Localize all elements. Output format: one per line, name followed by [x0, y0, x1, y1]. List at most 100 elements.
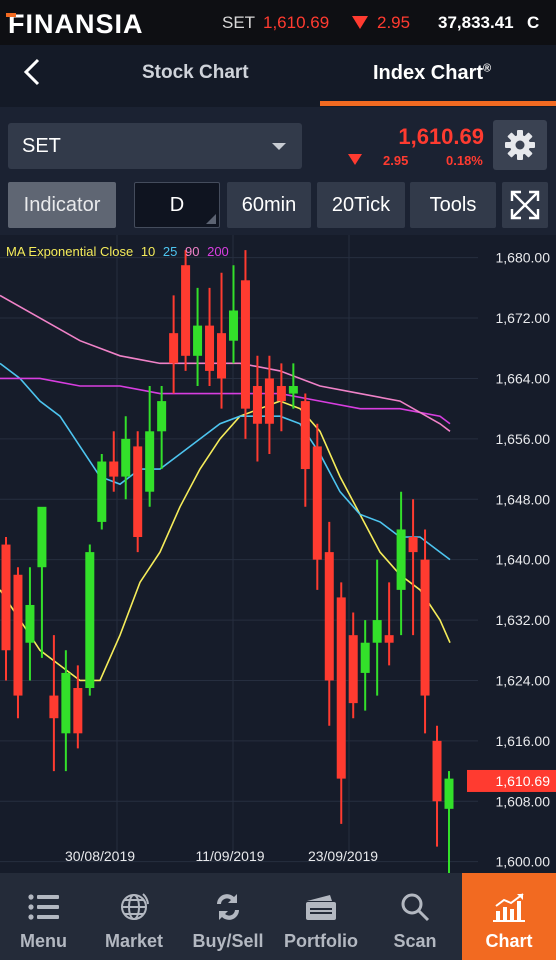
ma-legend-label: MA Exponential Close [6, 244, 134, 259]
y-tick-label: 1,656.00 [496, 431, 551, 447]
candle-down [312, 446, 322, 560]
exchange-arrows-icon [210, 891, 246, 923]
y-tick-label: 1,608.00 [496, 793, 551, 809]
ma-line-90 [0, 377, 451, 425]
index-change-percent: 0.18% [446, 153, 483, 168]
ma-legend: MA Exponential Close 10 25 90 200 [6, 244, 233, 259]
nav-market-label: Market [104, 931, 164, 951]
index-price: 1,610.69 [398, 124, 484, 149]
candlestick-chart[interactable]: 1,680.00 1,672.00 1,664.00 1,656.00 1,648.00… [0, 235, 556, 873]
tab-index-chart[interactable]: Index Chart® [373, 62, 491, 85]
candle-down [324, 552, 334, 681]
x-tick-label: 30/08/2019 [65, 848, 135, 864]
candle-down [384, 635, 394, 643]
tools-button[interactable]: Tools [410, 182, 496, 228]
nav-scan-label: Scan [393, 931, 437, 951]
candle-up [97, 461, 107, 522]
brand-text: FINANSIA [6, 9, 144, 39]
candle-up [85, 552, 95, 689]
chart-header: Stock Chart Index Chart® [0, 45, 556, 107]
nav-menu-label: Menu [20, 931, 67, 951]
candle-down [1, 544, 11, 651]
wallet-icon [303, 891, 339, 923]
gear-icon [505, 130, 535, 160]
ticker-volume: 37,833.41 [438, 13, 514, 32]
candle-down [348, 635, 358, 704]
ticker-index-name: SET [222, 13, 256, 32]
candle-up [121, 438, 131, 477]
candle-down [300, 401, 310, 470]
candle-down [217, 333, 227, 379]
nav-buysell-label: Buy/Sell [192, 931, 264, 951]
candle-down [13, 574, 23, 696]
active-tab-indicator [320, 101, 556, 106]
y-tick-label: 1,640.00 [496, 552, 551, 568]
indicator-button[interactable]: Indicator [8, 182, 116, 228]
dropdown-corner-icon [206, 214, 216, 224]
candle-up [37, 506, 47, 568]
candle-down [73, 688, 83, 734]
fullscreen-button[interactable] [502, 182, 548, 228]
x-tick-label: 23/09/2019 [308, 848, 378, 864]
y-tick-label: 1,600.00 [496, 854, 551, 870]
ma-legend-200: 200 [207, 244, 229, 259]
last-price-label: 1,610.69 [496, 773, 551, 789]
candle-down [109, 461, 119, 477]
ticker-bar: FINANSIA SET 1,610.69 2.95 37,833.41 C [0, 0, 556, 45]
candle-down [276, 386, 286, 402]
candle-up [396, 529, 406, 590]
y-tick-label: 1,664.00 [496, 370, 551, 386]
y-tick-label: 1,624.00 [496, 672, 551, 688]
candle-down [252, 386, 262, 424]
tab-stock-chart[interactable]: Stock Chart [142, 62, 249, 84]
down-triangle-icon [348, 154, 362, 165]
caret-down-icon [272, 143, 286, 150]
y-tick-label: 1,632.00 [496, 612, 551, 628]
candle-down [169, 333, 179, 364]
nav-scan[interactable]: Scan [372, 873, 458, 960]
nav-portfolio-label: Portfolio [284, 931, 358, 951]
x-tick-label: 11/09/2019 [195, 848, 264, 864]
candle-up [193, 325, 203, 356]
bottom-nav: Menu Market Buy/Sell Portfolio Scan Char… [0, 873, 556, 960]
settings-button[interactable] [493, 120, 547, 170]
expand-icon [510, 190, 540, 220]
ticker-index-change: 2.95 [377, 13, 411, 32]
period-daily-button[interactable]: D [134, 182, 220, 228]
nav-portfolio[interactable]: Portfolio [278, 873, 364, 960]
y-tick-label: 1,680.00 [496, 250, 551, 266]
menu-icon [26, 891, 62, 923]
candle-down [408, 537, 418, 553]
brand-logo: FINANSIA [6, 9, 144, 40]
y-tick-label: 1,616.00 [496, 733, 551, 749]
ma-line-10 [0, 400, 451, 682]
nav-chart-label: Chart [485, 931, 533, 951]
period-20tick-button[interactable]: 20Tick [317, 182, 405, 228]
y-tick-label: 1,648.00 [496, 491, 551, 507]
ma-legend-90: 90 [185, 244, 200, 259]
candle-down [432, 740, 442, 802]
candle-up [228, 310, 238, 341]
candle-up [444, 778, 454, 809]
candle-down [420, 559, 430, 696]
symbol-selected: SET [22, 135, 61, 157]
candle-down [336, 597, 346, 779]
candle-down [240, 280, 250, 409]
nav-buysell[interactable]: Buy/Sell [182, 873, 274, 960]
period-daily-label: D [169, 193, 185, 216]
period-60min-button[interactable]: 60min [227, 182, 311, 228]
chart-toolbar: Indicator D 60min 20Tick Tools [0, 180, 556, 232]
symbol-dropdown[interactable]: SET [8, 123, 302, 169]
candle-down [205, 325, 215, 371]
nav-chart[interactable]: Chart [462, 873, 556, 960]
registered-mark: ® [483, 62, 492, 75]
ma-legend-10: 10 [140, 244, 156, 259]
back-button[interactable] [18, 57, 48, 87]
nav-market[interactable]: Market [92, 873, 176, 960]
candle-up [25, 604, 35, 643]
chart-icon [491, 891, 527, 923]
candle-up [61, 672, 71, 734]
candle-down [264, 378, 274, 424]
nav-menu[interactable]: Menu [0, 873, 87, 960]
candle-down [133, 446, 143, 538]
